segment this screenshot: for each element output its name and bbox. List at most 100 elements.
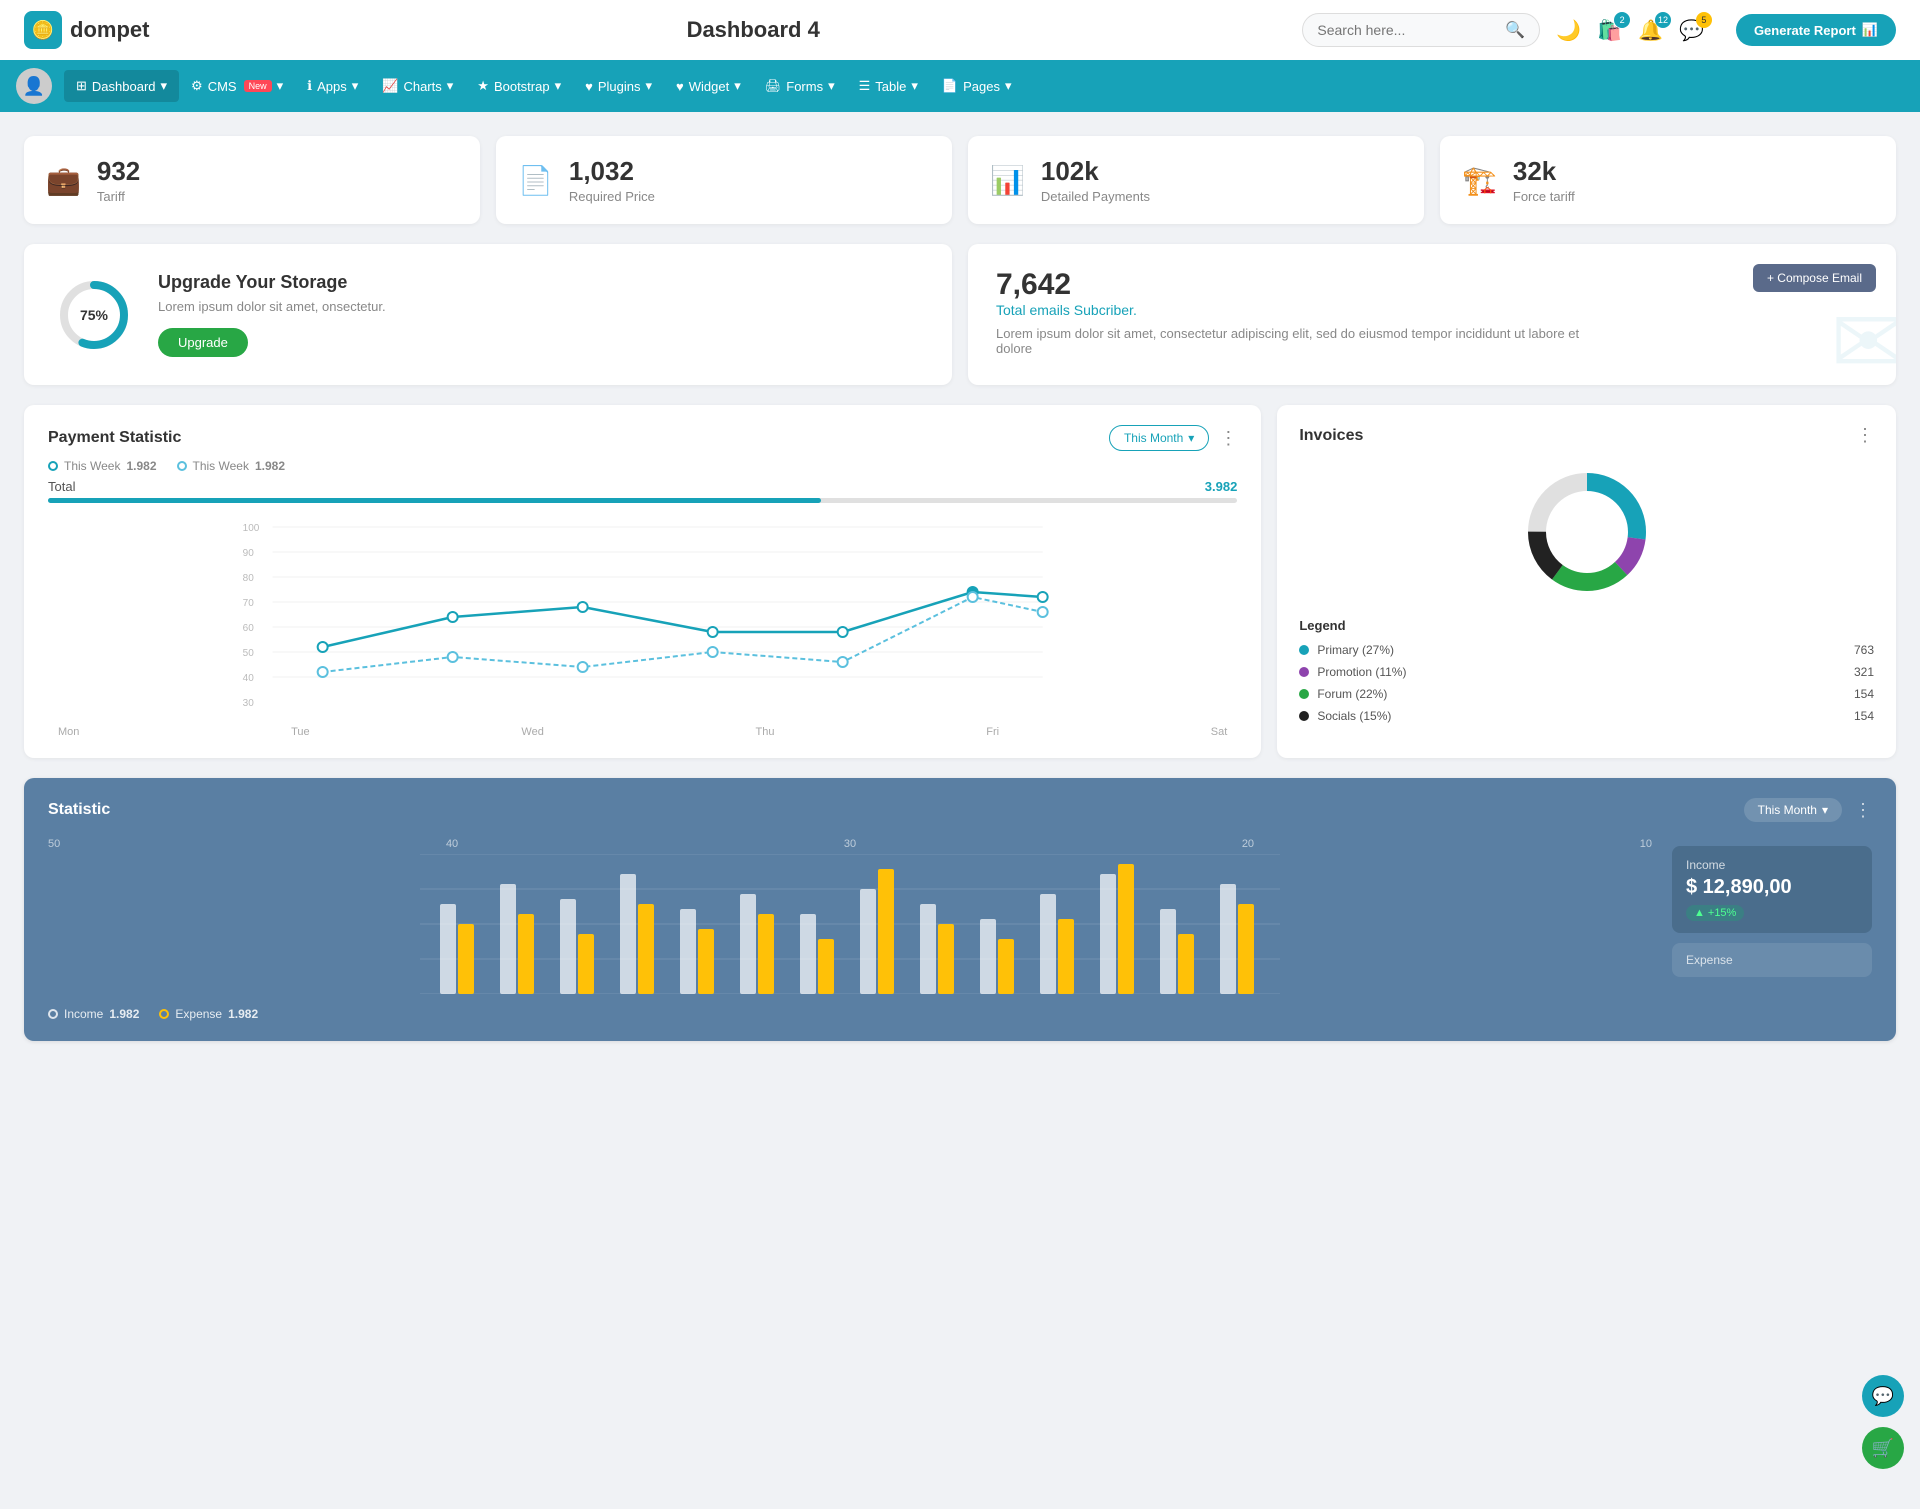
payment-statistic-card: Payment Statistic This Month ▾ ⋮ This We… [24, 405, 1261, 758]
detailed-payments-icon: 📊 [990, 164, 1025, 197]
stat-cards-row: 💼 932 Tariff 📄 1,032 Required Price 📊 10… [24, 136, 1896, 224]
stat-card-tariff: 💼 932 Tariff [24, 136, 480, 224]
email-subtitle: Total emails Subcriber. [996, 302, 1868, 318]
svg-text:50: 50 [243, 648, 255, 659]
storage-info: Upgrade Your Storage Lorem ipsum dolor s… [158, 272, 386, 357]
statistic-card: Statistic This Month ▾ ⋮ 50 40 30 20 10 [24, 778, 1896, 1041]
y-label-40: 40 [446, 838, 458, 850]
inv-dot-promotion [1299, 667, 1309, 677]
nav-label-apps: Apps [317, 79, 347, 94]
detailed-payments-value: 102k [1041, 156, 1150, 187]
stat-chart-header: Statistic This Month ▾ ⋮ [48, 798, 1872, 822]
y-axis-labels: 50 40 30 20 10 [48, 838, 1652, 850]
svg-text:90: 90 [243, 548, 255, 559]
new-badge: New [244, 80, 272, 92]
income-legend-item: Income 1.982 [48, 1007, 139, 1021]
search-icon[interactable]: 🔍 [1505, 20, 1525, 40]
nav-item-pages[interactable]: 📄 Pages ▾ [930, 70, 1024, 102]
statistic-this-month-button[interactable]: This Month ▾ [1744, 798, 1842, 822]
logo-icon: 🪙 [24, 11, 62, 49]
nav-item-plugins[interactable]: ♥ Plugins ▾ [573, 70, 664, 102]
compose-email-button[interactable]: + Compose Email [1753, 264, 1876, 292]
expense-box-label: Expense [1686, 953, 1858, 967]
chevron-down-icon-stat: ▾ [1822, 803, 1828, 817]
nav-item-bootstrap[interactable]: ★ Bootstrap ▾ [465, 70, 573, 102]
nav-item-cms[interactable]: ⚙ CMS New ▾ [179, 70, 295, 102]
expense-box: Expense [1672, 943, 1872, 977]
income-expense-panel: Income $ 12,890,00 ▲ +15% Expense [1672, 838, 1872, 1021]
expense-dot [159, 1009, 169, 1019]
y-label-20: 20 [1242, 838, 1254, 850]
mid-row: 75% Upgrade Your Storage Lorem ipsum dol… [24, 244, 1896, 385]
mail-bg-icon: ✉ [1831, 290, 1896, 385]
generate-report-button[interactable]: Generate Report 📊 [1736, 14, 1896, 46]
email-card: + Compose Email 7,642 Total emails Subcr… [968, 244, 1896, 385]
y-label-50: 50 [48, 838, 60, 850]
y-label-10: 10 [1640, 838, 1652, 850]
nav-label-bootstrap: Bootstrap [494, 79, 550, 94]
stat-card-force-tariff: 🏗️ 32k Force tariff [1440, 136, 1896, 224]
income-legend-value: 1.982 [109, 1007, 139, 1021]
income-box-value: $ 12,890,00 [1686, 876, 1858, 899]
nav-label-pages: Pages [963, 79, 1000, 94]
nav-item-charts[interactable]: 📈 Charts ▾ [370, 70, 465, 102]
legend-item-1: This Week 1.982 [48, 459, 157, 473]
nav-label-cms: CMS [208, 79, 237, 94]
inv-value-socials: 154 [1854, 709, 1874, 723]
total-row: Total 3.982 [48, 479, 1237, 494]
expense-legend-value: 1.982 [228, 1007, 258, 1021]
notification-badge: 12 [1655, 12, 1671, 28]
chart-controls: This Month ▾ ⋮ [1109, 425, 1237, 451]
statistic-more-options[interactable]: ⋮ [1854, 800, 1872, 821]
cart-fab-button[interactable]: 🛒 [1862, 1427, 1904, 1469]
inv-dot-primary [1299, 645, 1309, 655]
more-options-icon[interactable]: ⋮ [1219, 428, 1237, 449]
message-icon[interactable]: 💬 5 [1679, 18, 1704, 43]
support-fab-button[interactable]: 💬 [1862, 1375, 1904, 1417]
chart-icon: 📈 [382, 78, 398, 94]
chevron-down-icon-plugins: ▾ [645, 78, 652, 94]
moon-icon[interactable]: 🌙 [1556, 18, 1581, 43]
nav-label-dashboard: Dashboard [92, 79, 156, 94]
payment-progress-fill [48, 498, 821, 503]
x-label-thu: Thu [756, 726, 775, 738]
table-icon: ☰ [859, 78, 871, 94]
svg-text:30: 30 [243, 698, 255, 709]
chevron-down-icon-pages: ▾ [1005, 78, 1012, 94]
income-badge: ▲ +15% [1686, 905, 1744, 921]
inv-dot-socials [1299, 711, 1309, 721]
bar-chart-svg [48, 854, 1652, 994]
upgrade-button[interactable]: Upgrade [158, 328, 248, 357]
nav-item-dashboard[interactable]: ⊞ Dashboard ▾ [64, 70, 179, 102]
notification-icon[interactable]: 🔔 12 [1638, 18, 1663, 43]
x-label-tue: Tue [291, 726, 310, 738]
payment-title: Payment Statistic [48, 429, 181, 447]
nav-bar: 👤 ⊞ Dashboard ▾ ⚙ CMS New ▾ ℹ Apps ▾ 📈 C… [0, 60, 1920, 112]
income-box: Income $ 12,890,00 ▲ +15% [1672, 846, 1872, 933]
invoices-title: Invoices [1299, 427, 1363, 445]
bar-chart-icon: 📊 [1862, 22, 1878, 38]
email-description: Lorem ipsum dolor sit amet, consectetur … [996, 326, 1606, 356]
nav-item-apps[interactable]: ℹ Apps ▾ [295, 70, 370, 102]
svg-text:60: 60 [243, 623, 255, 634]
nav-item-widget[interactable]: ♥ Widget ▾ [664, 70, 753, 102]
storage-title: Upgrade Your Storage [158, 272, 386, 293]
nav-label-widget: Widget [689, 79, 729, 94]
stat-info-tariff: 932 Tariff [97, 156, 140, 204]
nav-item-forms[interactable]: 🖨 Forms ▾ [753, 70, 847, 102]
nav-item-table[interactable]: ☰ Table ▾ [847, 70, 930, 102]
nav-label-forms: Forms [786, 79, 823, 94]
legend2-label: This Week [193, 459, 249, 473]
total-label: Total [48, 479, 75, 494]
invoices-more-options[interactable]: ⋮ [1856, 425, 1874, 446]
statistic-body: 50 40 30 20 10 [48, 838, 1872, 1021]
inv-value-primary: 763 [1854, 643, 1874, 657]
x-axis-labels: Mon Tue Wed Thu Fri Sat [48, 726, 1237, 738]
y-label-30: 30 [844, 838, 856, 850]
legend-title: Legend [1299, 618, 1874, 633]
search-input[interactable] [1317, 22, 1497, 38]
nav-label-table: Table [875, 79, 906, 94]
this-month-button[interactable]: This Month ▾ [1109, 425, 1209, 451]
cart-icon[interactable]: 🛍️ 2 [1597, 18, 1622, 43]
stat-info-force: 32k Force tariff [1513, 156, 1575, 204]
